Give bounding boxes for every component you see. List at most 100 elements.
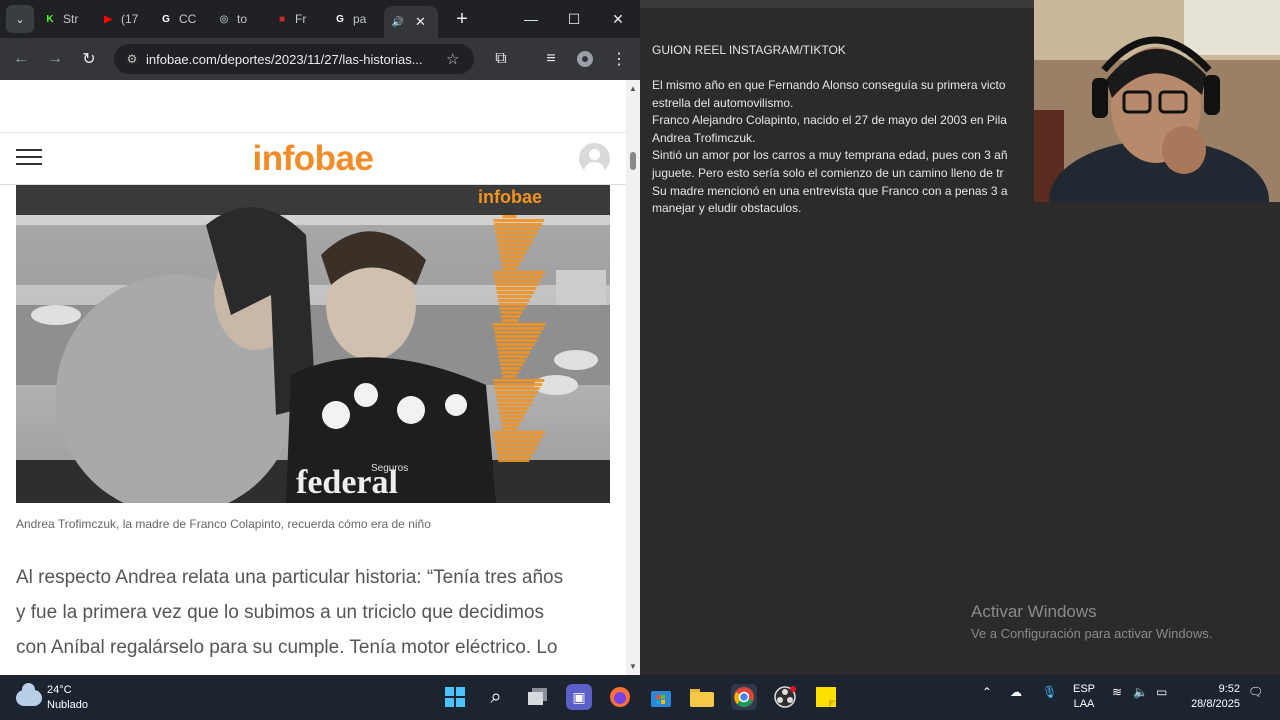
scroll-up-arrow-icon[interactable]: ▲	[629, 84, 637, 93]
photo-caption: Andrea Trofimczuk, la madre de Franco Co…	[16, 517, 431, 531]
close-window-button[interactable]: ✕	[596, 0, 640, 38]
audio-bar	[500, 255, 524, 258]
browser-tab[interactable]: ▶ (17	[94, 4, 150, 34]
profile-icon[interactable]	[568, 42, 602, 76]
browser-tab[interactable]: K Str	[36, 4, 92, 34]
menu-kebab-icon[interactable]: ⋮	[602, 42, 636, 76]
document-line: estrella del automovilismo.	[652, 95, 794, 110]
audio-bar	[500, 419, 522, 422]
audio-bar	[497, 295, 532, 298]
document-line: El mismo año en que Fernando Alonso cons…	[652, 78, 1006, 92]
activate-windows-watermark: Activar Windows Ve a Configuración para …	[971, 602, 1212, 641]
globe-icon: ◎	[219, 13, 229, 25]
taskbar: 24°C Nublado ⌕ ▣ ⌃ ☁ �	[0, 675, 1280, 720]
chrome-icon[interactable]	[731, 684, 757, 710]
audio-bar	[495, 391, 538, 394]
browser-tab[interactable]: ◎ to	[210, 4, 266, 34]
obs-icon[interactable]	[772, 684, 798, 710]
audio-bar	[500, 311, 523, 314]
tab-search-button[interactable]: ⌄	[6, 5, 34, 33]
browser-toolbar: ← → ↻ ⚙ infobae.com/deportes/2023/11/27/…	[0, 38, 640, 80]
browser-tab[interactable]: 🔊 ✕	[384, 6, 438, 38]
tab-label: Fr	[295, 12, 307, 26]
new-tab-button[interactable]: +	[450, 8, 474, 31]
audio-bar	[497, 347, 533, 350]
audio-bar	[494, 439, 541, 442]
site-logo[interactable]: infobae	[0, 139, 626, 179]
reload-button[interactable]: ↻	[72, 42, 106, 76]
scrollbar-thumb[interactable]	[630, 152, 636, 170]
media-control-icon[interactable]: ≡	[534, 42, 568, 76]
language-code: ESP	[1072, 683, 1095, 695]
scroll-down-arrow-icon[interactable]: ▼	[629, 662, 637, 671]
extensions-icon[interactable]: ⧉	[484, 42, 518, 76]
audio-bar	[496, 235, 536, 238]
site-header: infobae	[0, 133, 626, 185]
audio-bar	[499, 411, 527, 414]
audio-bar	[497, 455, 532, 458]
article-line: y fue la primera vez que lo subimos a un…	[16, 602, 545, 623]
back-button[interactable]: ←	[4, 42, 38, 76]
audio-bar	[500, 259, 522, 262]
file-explorer-icon[interactable]	[689, 684, 715, 710]
audio-bar	[501, 315, 521, 318]
audio-bar	[497, 243, 531, 246]
audio-bar	[501, 423, 520, 426]
search-icon[interactable]: ⌕	[483, 684, 509, 710]
audio-bar	[499, 359, 526, 362]
task-view-icon[interactable]	[525, 684, 551, 710]
document-title[interactable]: GUION REEL INSTAGRAM/TIKTOK	[652, 43, 846, 57]
start-windows-icon[interactable]	[442, 684, 468, 710]
volume-icon[interactable]: 🔈	[1133, 685, 1148, 699]
audio-bar	[502, 427, 518, 430]
clock-time: 9:52	[1218, 683, 1240, 695]
article-line: Al respecto Andrea relata una particular…	[16, 567, 564, 588]
browser-tab[interactable]: Gpa	[326, 4, 382, 34]
audio-bar	[494, 383, 542, 386]
sticky-notes-icon[interactable]	[813, 684, 839, 710]
wifi-icon[interactable]: ≋	[1112, 685, 1122, 699]
audio-bar	[499, 251, 527, 254]
audio-bar	[495, 335, 539, 338]
address-bar[interactable]: ⚙ infobae.com/deportes/2023/11/27/las-hi…	[114, 44, 474, 74]
forward-button[interactable]: →	[38, 42, 72, 76]
browser-tab[interactable]: ■ Fr	[268, 4, 324, 34]
audio-bar	[501, 367, 521, 370]
tab-label: CC	[179, 12, 197, 26]
teams-chat-icon[interactable]: ▣	[566, 684, 592, 710]
document-body[interactable]: El mismo año en que Fernando Alonso cons…	[652, 77, 1052, 218]
system-clock[interactable]: 9:52 28/8/2025	[1186, 682, 1240, 712]
onedrive-cloud-icon[interactable]: ☁	[1010, 685, 1022, 699]
notifications-icon[interactable]: 🗨	[1248, 685, 1263, 699]
audio-bar	[497, 399, 533, 402]
bookmark-star-icon[interactable]: ☆	[446, 50, 459, 68]
input-language[interactable]: ESP LAA	[1070, 682, 1098, 712]
maximize-button[interactable]: ☐	[552, 0, 596, 38]
audio-bar	[496, 343, 535, 346]
google-icon: G	[336, 13, 344, 25]
audio-bar	[502, 215, 517, 218]
audio-bar	[493, 219, 545, 222]
store-icon[interactable]	[648, 684, 674, 710]
audio-bar	[498, 247, 529, 250]
shirt-small-text: Seguros	[371, 463, 408, 474]
keyboard-layout: LAA	[1073, 698, 1095, 710]
activate-windows-subtitle: Ve a Configuración para activar Windows.	[971, 626, 1213, 641]
page-scrollbar[interactable]: ▲ ▼	[626, 80, 640, 675]
audio-bar	[500, 415, 524, 418]
tab-close-icon[interactable]: ✕	[415, 14, 426, 30]
weather-desc: Nublado	[47, 699, 88, 711]
user-account-icon[interactable]	[579, 143, 610, 174]
audio-bar	[498, 407, 529, 410]
weather-widget[interactable]: 24°C Nublado	[16, 683, 88, 713]
show-hidden-icons-chevron-icon[interactable]: ⌃	[982, 685, 992, 699]
url-text[interactable]: infobae.com/deportes/2023/11/27/las-hist…	[146, 52, 436, 67]
battery-icon[interactable]: ▭	[1156, 685, 1167, 699]
site-settings-icon[interactable]: ⚙	[118, 52, 146, 66]
audio-bar	[496, 291, 534, 294]
photo-watermark: infobae	[478, 187, 542, 207]
browser-tab[interactable]: G CC	[152, 4, 208, 34]
microphone-icon[interactable]: 🎙	[1042, 685, 1057, 699]
firefox-icon[interactable]	[607, 684, 633, 710]
minimize-button[interactable]: —	[509, 0, 553, 38]
